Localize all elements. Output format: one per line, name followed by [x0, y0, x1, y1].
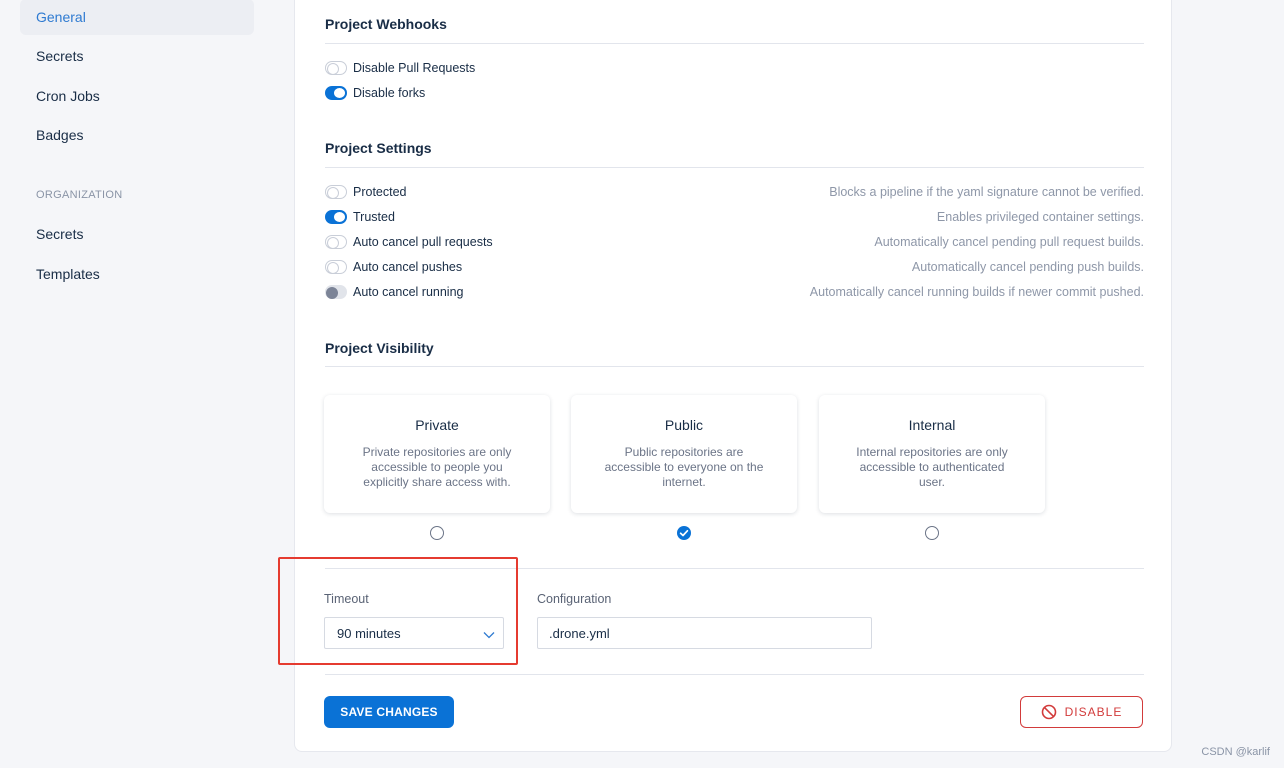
toggle-row-auto-cancel-pushes: Auto cancel pushes Automatically cancel … [325, 257, 1144, 277]
watermark: CSDN @karlif [1201, 746, 1270, 758]
disable-button[interactable]: DISABLE [1020, 696, 1143, 728]
visibility-option-private[interactable]: Private Private repositories are only ac… [324, 395, 550, 513]
toggle-description: Automatically cancel running builds if n… [809, 285, 1144, 299]
visibility-option-desc: Internal repositories are only accessibl… [856, 445, 1008, 489]
toggle-row-auto-cancel-running: Auto cancel running Automatically cancel… [325, 282, 1144, 302]
check-icon [679, 529, 689, 537]
configuration-label: Configuration [537, 592, 612, 606]
webhooks-divider [325, 43, 1144, 44]
toggle-row-auto-cancel-pull-requests: Auto cancel pull requests Automatically … [325, 232, 1144, 252]
save-changes-button[interactable]: SAVE CHANGES [324, 696, 454, 728]
visibility-divider [325, 366, 1144, 367]
configuration-input[interactable]: .drone.yml [537, 617, 872, 649]
sidebar-item-general[interactable]: General [20, 0, 254, 35]
visibility-option-internal[interactable]: Internal Internal repositories are only … [819, 395, 1045, 513]
disable-label: DISABLE [1064, 705, 1123, 719]
toggle-label: Auto cancel pull requests [353, 235, 493, 249]
visibility-option-desc: Public repositories are accessible to ev… [604, 445, 764, 489]
actions-divider [325, 674, 1144, 675]
toggle-label: Protected [353, 185, 407, 199]
toggle-description: Enables privileged container settings. [936, 210, 1144, 224]
settings-divider [325, 167, 1144, 168]
visibility-option-title: Private [415, 417, 459, 433]
toggle-row-trusted: Trusted Enables privileged container set… [325, 207, 1144, 227]
sidebar-item-badges[interactable]: Badges [20, 117, 254, 153]
visibility-option-title: Public [664, 417, 704, 433]
settings-title: Project Settings [325, 140, 432, 156]
radio-public[interactable] [677, 526, 691, 540]
ban-icon [1041, 704, 1056, 720]
toggle-label: Disable Pull Requests [353, 61, 476, 75]
sidebar-item-templates[interactable]: Templates [20, 256, 254, 292]
radio-private[interactable] [430, 526, 444, 540]
sidebar-item-cron-jobs[interactable]: Cron Jobs [20, 78, 254, 114]
visibility-option-public[interactable]: Public Public repositories are accessibl… [571, 395, 797, 513]
toggle-switch[interactable] [325, 86, 347, 100]
radio-internal[interactable] [925, 526, 939, 540]
toggle-label: Auto cancel pushes [353, 260, 463, 274]
toggle-row-protected: Protected Blocks a pipeline if the yaml … [325, 182, 1144, 202]
timeout-highlight-box [278, 557, 518, 665]
toggle-description: Automatically cancel pending pull reques… [874, 235, 1144, 249]
visibility-option-desc: Private repositories are only accessible… [362, 445, 512, 489]
toggle-switch[interactable] [325, 235, 347, 249]
sidebar-item-org-secrets[interactable]: Secrets [20, 216, 254, 252]
toggle-label: Disable forks [353, 86, 426, 100]
toggle-switch[interactable] [325, 210, 347, 224]
visibility-title: Project Visibility [325, 340, 434, 356]
toggle-switch[interactable] [325, 185, 347, 199]
sidebar-item-secrets[interactable]: Secrets [20, 38, 254, 74]
toggle-switch[interactable] [325, 285, 347, 299]
toggle-row-disable-pull-requests: Disable Pull Requests [325, 58, 1144, 78]
visibility-option-title: Internal [908, 417, 956, 433]
toggle-label: Auto cancel running [353, 285, 464, 299]
sidebar-section-organization: ORGANIZATION [36, 189, 123, 201]
configuration-value: .drone.yml [549, 625, 610, 641]
toggle-description: Blocks a pipeline if the yaml signature … [829, 185, 1144, 199]
toggle-label: Trusted [353, 210, 395, 224]
toggle-switch[interactable] [325, 61, 347, 75]
toggle-description: Automatically cancel pending push builds… [911, 260, 1144, 274]
toggle-switch[interactable] [325, 260, 347, 274]
webhooks-title: Project Webhooks [325, 16, 447, 32]
toggle-row-disable-forks: Disable forks [325, 83, 1144, 103]
sidebar: General Secrets Cron Jobs Badges ORGANIZ… [0, 0, 270, 768]
